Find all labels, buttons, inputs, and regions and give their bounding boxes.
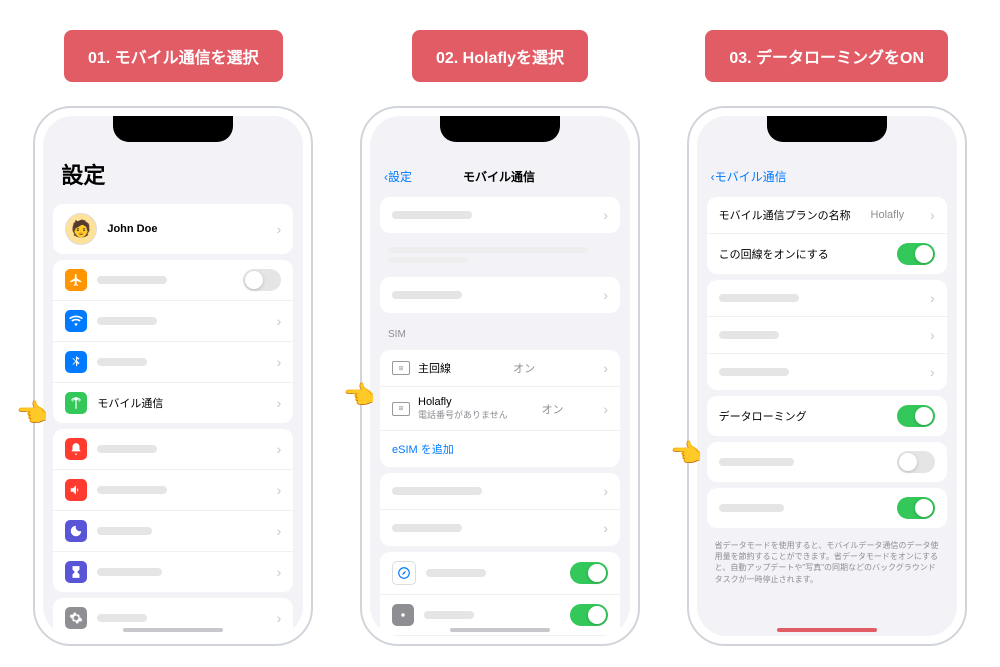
notch — [440, 116, 560, 142]
home-indicator — [777, 628, 877, 632]
toggle[interactable] — [570, 604, 608, 626]
chevron-right-icon: › — [277, 313, 282, 329]
holafly-sub: 電話番号がありません — [418, 408, 508, 421]
sim-section-label: SIM — [370, 319, 630, 344]
sim-icon: ⊞ — [392, 361, 410, 375]
app-data-row[interactable] — [380, 552, 620, 595]
home-indicator — [123, 628, 223, 632]
wifi-icon — [65, 310, 87, 332]
enable-line-label: この回線をオンにする — [719, 246, 829, 262]
settings-row-wifi[interactable]: › — [53, 301, 293, 342]
toggle-enable-line[interactable] — [897, 243, 935, 265]
pointer-hand-icon: 👉 — [671, 438, 703, 469]
toggle-airplane[interactable] — [243, 269, 281, 291]
phone-frame-3: 👉 ‹ モバイル通信 モバイル通信プランの名称 Holafly › この回線をオ… — [687, 106, 967, 646]
settings-row-cellular[interactable]: モバイル通信 › — [53, 383, 293, 423]
cellular-label: モバイル通信 — [97, 395, 163, 411]
settings-row-airplane[interactable] — [53, 260, 293, 301]
antenna-icon — [65, 392, 87, 414]
generic-row[interactable]: › — [380, 277, 620, 313]
gear-icon — [65, 607, 87, 629]
bluetooth-icon — [65, 351, 87, 373]
enable-line-row[interactable]: この回線をオンにする — [707, 234, 947, 274]
toggle[interactable] — [570, 562, 608, 584]
chevron-right-icon: › — [277, 395, 282, 411]
notch — [113, 116, 233, 142]
avatar-icon: 🧑 — [65, 213, 97, 245]
hourglass-icon — [65, 561, 87, 583]
primary-line-label: 主回線 — [418, 360, 451, 376]
settings-title: 設定 — [43, 158, 303, 198]
chevron-right-icon: › — [277, 354, 282, 370]
chevron-right-icon: › — [603, 360, 608, 376]
phone-frame-1: 👉 設定 🧑 John Doe › › — [33, 106, 313, 646]
chevron-right-icon: › — [930, 207, 935, 223]
sound-icon — [65, 479, 87, 501]
back-button[interactable]: ‹ 設定 — [384, 168, 412, 185]
plan-name-label: モバイル通信プランの名称 — [719, 207, 851, 223]
settings-row-focus[interactable]: › — [53, 511, 293, 552]
settings-row-bluetooth[interactable]: › — [53, 342, 293, 383]
toggle[interactable] — [897, 451, 935, 473]
primary-status: オン — [513, 360, 535, 376]
toggle-data-roaming[interactable] — [897, 405, 935, 427]
moon-icon — [65, 520, 87, 542]
chevron-right-icon: › — [277, 221, 282, 237]
add-esim-row[interactable]: eSIM を追加 — [380, 431, 620, 467]
primary-line-row[interactable]: ⊞ 主回線 オン › — [380, 350, 620, 387]
back-button[interactable]: ‹ モバイル通信 — [711, 168, 787, 185]
generic-row[interactable]: › — [707, 354, 947, 390]
settings-app-icon — [392, 604, 414, 626]
step-badge-3: 03. データローミングをON — [705, 30, 948, 82]
generic-row[interactable] — [707, 488, 947, 528]
plan-name-value: Holafly — [871, 209, 905, 221]
pointer-hand-icon: 👉 — [344, 380, 376, 411]
notification-icon — [65, 438, 87, 460]
profile-name: John Doe — [107, 223, 157, 235]
generic-row[interactable]: › — [707, 317, 947, 354]
generic-row[interactable] — [707, 442, 947, 482]
settings-row-notifications[interactable]: › — [53, 429, 293, 470]
holafly-line-row[interactable]: ⊞ Holafly 電話番号がありません オン › — [380, 387, 620, 431]
notch — [767, 116, 887, 142]
generic-row[interactable]: › — [380, 473, 620, 510]
holafly-label: Holafly — [418, 396, 508, 408]
generic-row[interactable]: › — [380, 510, 620, 546]
settings-row-screentime[interactable]: › — [53, 552, 293, 592]
airplane-icon — [65, 269, 87, 291]
data-roaming-row[interactable]: データローミング — [707, 396, 947, 436]
toggle[interactable] — [897, 497, 935, 519]
chevron-right-icon: › — [603, 401, 608, 417]
settings-row-sound[interactable]: › — [53, 470, 293, 511]
safari-icon — [392, 561, 416, 585]
sim-icon: ⊞ — [392, 402, 410, 416]
footer-note: 省データモードを使用すると、モバイルデータ通信のデータ使用量を節約することができ… — [697, 534, 957, 591]
step-badge-2: 02. Holaflyを選択 — [412, 30, 588, 82]
add-esim-link[interactable]: eSIM を追加 — [392, 441, 454, 457]
home-indicator — [450, 628, 550, 632]
generic-row[interactable]: › — [707, 280, 947, 317]
phone-frame-2: 👉 ‹ 設定 モバイル通信 › › SIM ⊞ 主回線 オ — [360, 106, 640, 646]
pointer-hand-icon: 👉 — [17, 398, 49, 429]
step-badge-1: 01. モバイル通信を選択 — [64, 30, 283, 82]
roaming-label: データローミング — [719, 408, 807, 424]
profile-row[interactable]: 🧑 John Doe › — [53, 204, 293, 254]
holafly-status: オン — [542, 401, 564, 417]
generic-row[interactable]: › — [380, 197, 620, 233]
plan-name-row[interactable]: モバイル通信プランの名称 Holafly › — [707, 197, 947, 234]
nav-title: モバイル通信 — [412, 168, 586, 185]
